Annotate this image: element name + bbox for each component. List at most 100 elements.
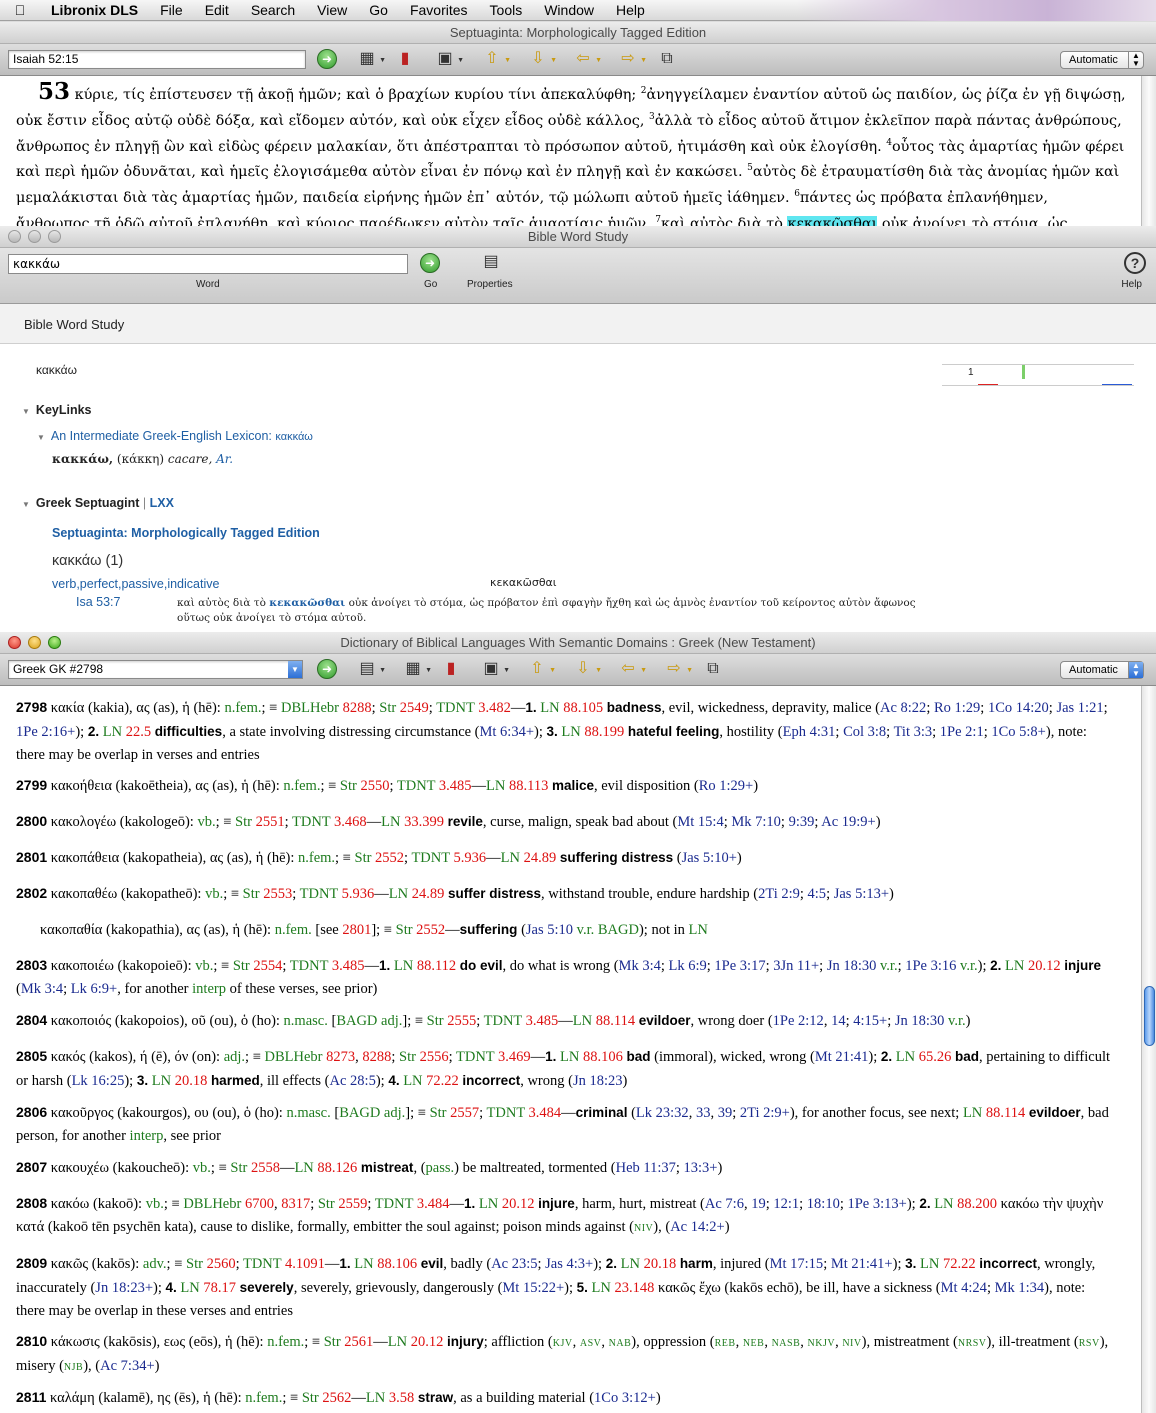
menu-window[interactable]: Window bbox=[533, 2, 605, 18]
septuagint-label: Greek Septuagint bbox=[35, 496, 140, 510]
menu-search[interactable]: Search bbox=[240, 2, 306, 18]
menu-bar:  Libronix DLS File Edit Search View Go … bbox=[0, 0, 1156, 21]
verse-1: κύριε, τίς ἐπίστευσεν τῇ ἀκοῇ ἡμῶν; καὶ … bbox=[74, 86, 637, 103]
book-icon[interactable]: ▮ bbox=[440, 659, 462, 679]
properties-icon[interactable]: ▤ bbox=[480, 252, 502, 272]
down-arrow-icon[interactable]: ⇩ ▼ bbox=[527, 49, 557, 69]
entry-2802: 2802 κακοπαθέω (kakopatheō): vb.; ≡ Str … bbox=[16, 885, 894, 902]
apple-menu-icon[interactable]:  bbox=[0, 2, 40, 18]
down-arrow-icon[interactable]: ⇩ ▼ bbox=[572, 659, 602, 679]
help-icon[interactable]: ? bbox=[1124, 252, 1146, 274]
context-match[interactable]: κεκακῶσθαι bbox=[269, 597, 345, 609]
panel-icon[interactable]: ▦ ▼ bbox=[402, 659, 432, 679]
septuaginta-titlebar[interactable]: Septuaginta: Morphologically Tagged Edit… bbox=[0, 22, 1156, 44]
window-title: Dictionary of Biblical Languages With Se… bbox=[340, 635, 816, 650]
bws-titlebar[interactable]: Bible Word Study bbox=[0, 226, 1156, 248]
menu-tools[interactable]: Tools bbox=[479, 2, 534, 18]
zoom-button[interactable] bbox=[48, 230, 61, 243]
window-controls bbox=[8, 230, 61, 243]
edition-link[interactable]: Septuaginta: Morphologically Tagged Edit… bbox=[52, 526, 320, 540]
layout-select[interactable]: Automatic ▲ ▼ bbox=[1060, 51, 1144, 69]
lexicon-definition: κακκάω, (κάκκη) cacare, Ar. bbox=[52, 452, 233, 466]
go-caption: Go bbox=[424, 279, 438, 290]
close-button[interactable] bbox=[8, 230, 21, 243]
parallel-icon[interactable]: ▣ ▼ bbox=[434, 49, 464, 69]
go-arrow-icon[interactable]: ➜ bbox=[317, 659, 337, 679]
dict-titlebar[interactable]: Dictionary of Biblical Languages With Se… bbox=[0, 632, 1156, 654]
menu-view[interactable]: View bbox=[306, 2, 358, 18]
morphology-link[interactable]: verb,perfect,passive,indicative bbox=[52, 577, 219, 591]
usage-graph: 1 bbox=[942, 364, 1134, 386]
verse-7-start: καὶ αὐτὸς διὰ τὸ bbox=[661, 215, 783, 226]
keylinks-label: KeyLinks bbox=[35, 403, 92, 417]
forward-arrow-icon[interactable]: ⇨ ▼ bbox=[617, 49, 647, 69]
chapter-number: 53 bbox=[38, 77, 71, 105]
menu-edit[interactable]: Edit bbox=[194, 2, 240, 18]
vertical-scrollbar[interactable] bbox=[1141, 76, 1156, 226]
copy-icon[interactable]: ⧉ bbox=[702, 659, 724, 679]
properties-caption: Properties bbox=[467, 279, 513, 290]
entry-kakopathia: κακοπαθία (kakopathia), ας (as), ἡ (hē):… bbox=[40, 922, 708, 938]
lxx-link[interactable]: LXX bbox=[150, 496, 174, 510]
septuaginta-toolbar: Isaiah 52:15 ➜ ▦ ▼ ▮ ▣ ▼ ⇧ ▼ ⇩ ▼ ⇦ ▼ ⇨ ▼ ⧉ Aut… bbox=[0, 44, 1156, 76]
separator: | bbox=[142, 496, 147, 510]
window-title: Septuaginta: Morphologically Tagged Edit… bbox=[449, 25, 707, 40]
septuagint-section[interactable]: ▼ Greek Septuagint | LXX bbox=[22, 496, 174, 510]
entry-2808: 2808 κακόω (kakoō): vb.; ≡ DBLHebr 6700,… bbox=[16, 1195, 1104, 1235]
reference-link[interactable]: Isa 53:7 bbox=[76, 595, 120, 609]
entry-2800: 2800 κακολογέω (kakologeō): vb.; ≡ Str 2… bbox=[16, 813, 881, 830]
word-input[interactable]: κακκάω bbox=[8, 254, 408, 274]
menu-help[interactable]: Help bbox=[605, 2, 656, 18]
zoom-button[interactable] bbox=[48, 636, 61, 649]
minimize-button[interactable] bbox=[28, 230, 41, 243]
book-icon[interactable]: ▮ bbox=[394, 49, 416, 69]
minimize-button[interactable] bbox=[28, 636, 41, 649]
up-arrow-icon[interactable]: ⇧ ▼ bbox=[481, 49, 511, 69]
vertical-scrollbar[interactable] bbox=[1141, 686, 1156, 1413]
reference-input[interactable]: Greek GK #2798 ▼ bbox=[8, 660, 303, 679]
menu-favorites[interactable]: Favorites bbox=[399, 2, 479, 18]
back-arrow-icon[interactable]: ⇦ ▼ bbox=[572, 49, 602, 69]
disclosure-triangle-icon[interactable]: ▼ bbox=[22, 407, 30, 416]
parallel-icon[interactable]: ▣ ▼ bbox=[480, 659, 510, 679]
greek-text: 53 κύριε, τίς ἐπίστευσεν τῇ ἀκοῇ ἡμῶν; κ… bbox=[0, 76, 1156, 226]
menu-app[interactable]: Libronix DLS bbox=[40, 2, 149, 18]
forward-arrow-icon[interactable]: ⇨ ▼ bbox=[663, 659, 693, 679]
highlighted-word[interactable]: κεκακῶσθαι bbox=[787, 215, 878, 226]
menubar-background-image bbox=[796, 0, 1156, 21]
lexicon-entry[interactable]: ▼ An Intermediate Greek-English Lexicon: … bbox=[37, 429, 313, 443]
lexicon-lemma[interactable]: κακκάω bbox=[275, 431, 313, 443]
entry-2799: 2799 κακοήθεια (kakoētheia), ας (as), ἡ … bbox=[16, 777, 759, 794]
link-set-icon[interactable]: ▤ ▼ bbox=[356, 659, 386, 679]
back-arrow-icon[interactable]: ⇦ ▼ bbox=[617, 659, 647, 679]
scroll-thumb[interactable] bbox=[1144, 986, 1155, 1046]
lexicon-gloss: cacare, bbox=[167, 452, 213, 466]
graph-count: 1 bbox=[968, 367, 974, 378]
reference-value: Greek GK #2798 bbox=[13, 662, 104, 676]
layout-select-value: Automatic bbox=[1069, 54, 1118, 66]
disclosure-triangle-icon[interactable]: ▼ bbox=[22, 500, 30, 509]
up-arrow-icon[interactable]: ⇧ ▼ bbox=[526, 659, 556, 679]
entry-2807: 2807 κακουχέω (kakoucheō): vb.; ≡ Str 25… bbox=[16, 1159, 723, 1176]
copy-icon[interactable]: ⧉ bbox=[656, 49, 678, 69]
disclosure-triangle-icon[interactable]: ▼ bbox=[37, 433, 45, 442]
bws-report: κακκάω 1 ▼ KeyLinks ▼ An Intermediate Gree… bbox=[0, 344, 1156, 612]
go-arrow-icon[interactable]: ➜ bbox=[420, 253, 440, 273]
reference-input[interactable]: Isaiah 52:15 bbox=[8, 50, 306, 69]
lexicon-source-link[interactable]: Ar. bbox=[216, 452, 233, 466]
context-rest: οὐκ ἀνοίγει τὸ στόμα, ὡς πρόβατον ἐπὶ σφ… bbox=[348, 597, 916, 609]
dict-toolbar: Greek GK #2798 ▼ ➜ ▤ ▼ ▦ ▼ ▮ ▣ ▼ ⇧ ▼ ⇩ ▼ ⇦ ▼ ⇨ ▼… bbox=[0, 654, 1156, 686]
menu-file[interactable]: File bbox=[149, 2, 194, 18]
menu-go[interactable]: Go bbox=[358, 2, 399, 18]
lexicon-link[interactable]: An Intermediate Greek-English Lexicon: bbox=[51, 429, 272, 443]
entry-2811: 2811 καλάμη (kalamē), ης (ēs), ἡ (hē): n… bbox=[16, 1389, 661, 1406]
keylinks-section[interactable]: ▼ KeyLinks bbox=[22, 403, 92, 417]
layout-select[interactable]: Automatic ▲ ▼ bbox=[1060, 661, 1144, 679]
dropdown-arrow-icon[interactable]: ▼ bbox=[288, 661, 302, 678]
go-arrow-icon[interactable]: ➜ bbox=[317, 49, 337, 69]
panel-icon[interactable]: ▦ ▼ bbox=[356, 49, 386, 69]
graph-bar bbox=[978, 384, 998, 385]
entry-2798: 2798 κακία (kakia), ας (as), ἡ (hē): n.f… bbox=[16, 699, 1108, 763]
context-start: καὶ αὐτὸς διὰ τὸ bbox=[177, 597, 266, 609]
close-button[interactable] bbox=[8, 636, 21, 649]
